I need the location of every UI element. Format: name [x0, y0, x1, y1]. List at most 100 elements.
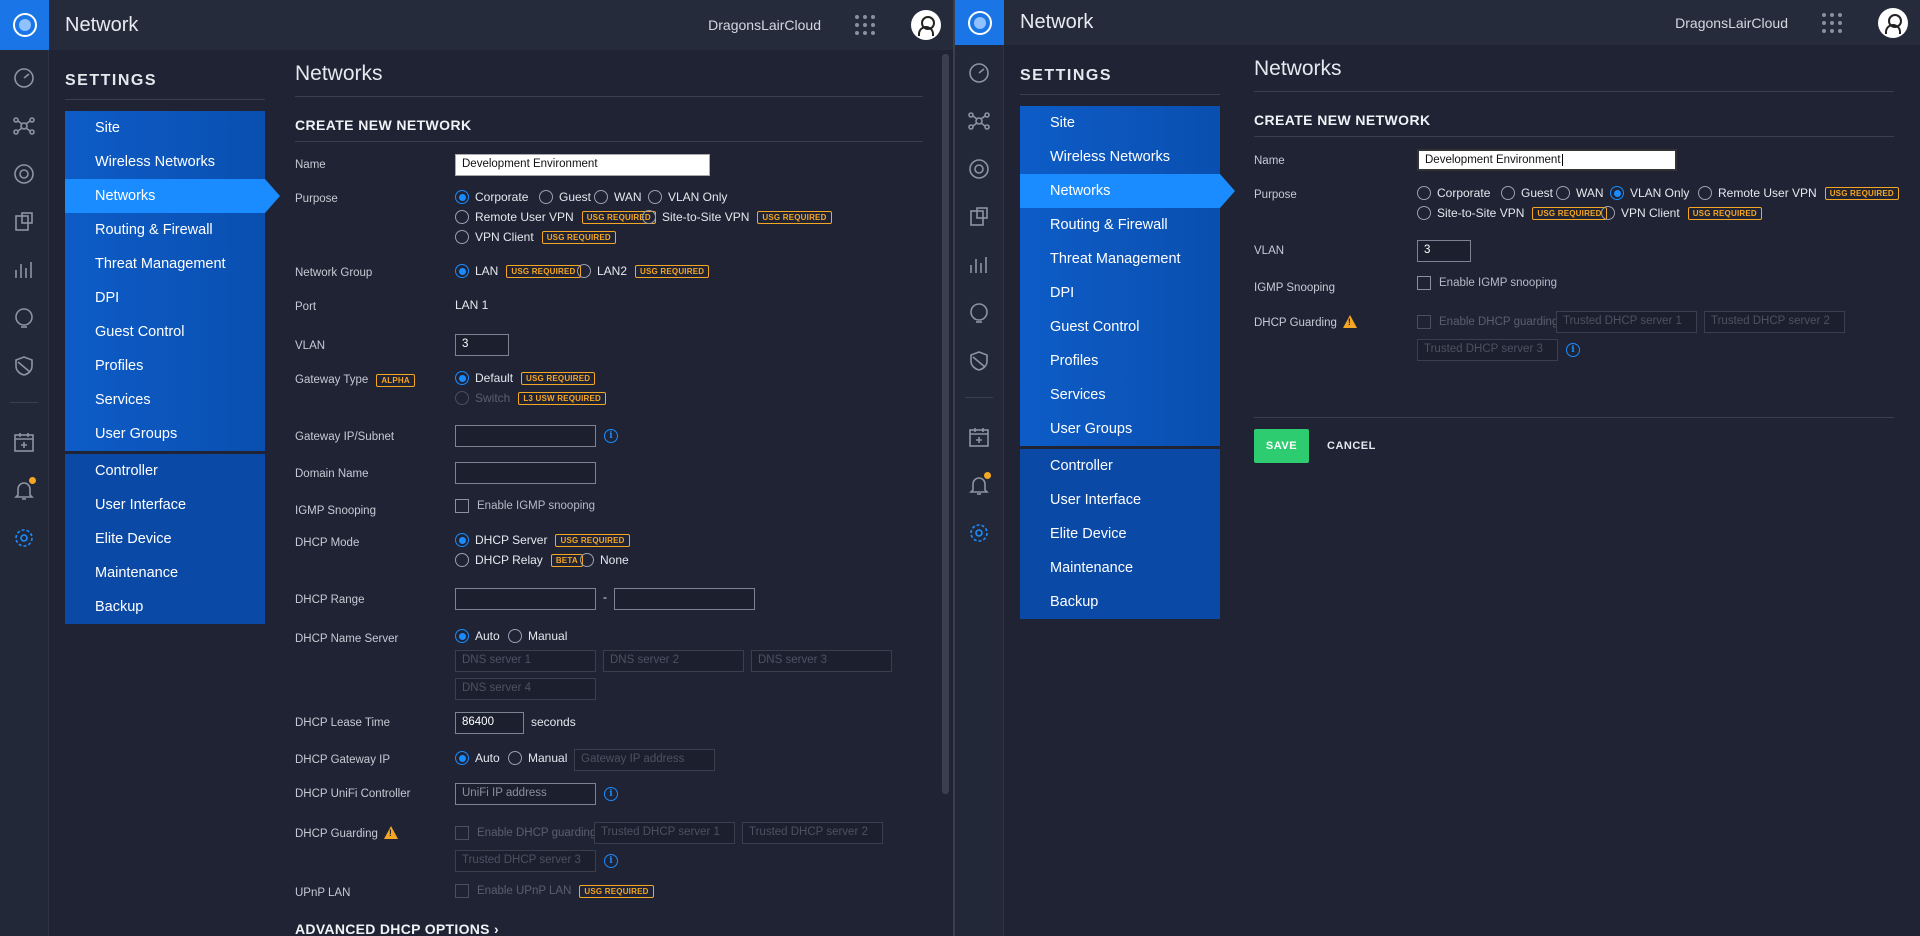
purpose-guest[interactable]: Guest	[539, 190, 591, 204]
events-calendar-icon[interactable]	[12, 430, 36, 454]
menu-item-elite-device[interactable]: Elite Device	[65, 522, 265, 556]
purpose-vpn-client[interactable]: VPN Client USG REQUIRED	[1601, 206, 1762, 220]
guarding-info-icon[interactable]: i	[1566, 343, 1580, 357]
user-avatar-icon[interactable]	[1878, 7, 1908, 38]
upnp-checkbox[interactable]: Enable UPnP LAN USG REQUIRED	[455, 884, 654, 898]
menu-item-wireless-networks[interactable]: Wireless Networks	[65, 145, 265, 179]
dns-auto-radio[interactable]: Auto	[455, 629, 500, 643]
gateway-ip-address-input[interactable]: Gateway IP address	[574, 749, 715, 771]
apps-grid-icon[interactable]	[855, 15, 875, 35]
gateway-ip-auto-radio[interactable]: Auto	[455, 751, 500, 765]
statistics-icon[interactable]	[12, 258, 36, 282]
purpose-guest[interactable]: Guest	[1501, 186, 1553, 200]
network-group-lan2[interactable]: LAN2 USG REQUIRED	[577, 264, 710, 278]
menu-item-services[interactable]: Services	[1020, 378, 1220, 412]
trusted-dhcp-2-input[interactable]: Trusted DHCP server 2	[742, 822, 883, 844]
menu-item-dpi[interactable]: DPI	[1020, 276, 1220, 310]
purpose-site-to-site-vpn[interactable]: Site-to-Site VPN USG REQUIRED	[1417, 206, 1607, 220]
gateway-type-switch[interactable]: Switch L3 USW REQUIRED	[455, 391, 607, 405]
advanced-dhcp-options-link[interactable]: ADVANCED DHCP OPTIONS ›	[295, 921, 499, 936]
purpose-remote-user-vpn[interactable]: Remote User VPN USG REQUIRED	[455, 210, 656, 224]
menu-item-guest-control[interactable]: Guest Control	[65, 315, 265, 349]
dns-server-4-input[interactable]: DNS server 4	[455, 678, 596, 700]
trusted-dhcp-1-input[interactable]: Trusted DHCP server 1	[1556, 311, 1697, 333]
gateway-type-default[interactable]: Default USG REQUIRED	[455, 371, 596, 385]
menu-item-user-interface[interactable]: User Interface	[1020, 483, 1220, 517]
gateway-info-icon[interactable]: i	[604, 429, 618, 443]
domain-name-input[interactable]	[455, 462, 596, 484]
gateway-ip-input[interactable]	[455, 425, 596, 447]
purpose-remote-user-vpn[interactable]: Remote User VPN USG REQUIRED	[1698, 186, 1899, 200]
insights-icon[interactable]	[12, 306, 36, 330]
purpose-corporate[interactable]: Corporate	[455, 190, 528, 204]
menu-item-threat-management[interactable]: Threat Management	[1020, 242, 1220, 276]
purpose-site-to-site-vpn[interactable]: Site-to-Site VPN USG REQUIRED	[642, 210, 832, 224]
menu-item-wireless-networks[interactable]: Wireless Networks	[1020, 140, 1220, 174]
menu-item-threat-management[interactable]: Threat Management	[65, 247, 265, 281]
events-calendar-icon[interactable]	[967, 425, 991, 449]
menu-item-user-groups[interactable]: User Groups	[1020, 412, 1220, 446]
dhcp-range-end-input[interactable]	[614, 588, 755, 610]
network-group-lan[interactable]: LAN USG REQUIRED	[455, 264, 581, 278]
menu-item-user-interface[interactable]: User Interface	[65, 488, 265, 522]
save-button[interactable]: SAVE	[1254, 429, 1309, 463]
trusted-dhcp-3-input[interactable]: Trusted DHCP server 3	[455, 850, 596, 872]
settings-gear-icon[interactable]	[967, 521, 991, 545]
purpose-wan[interactable]: WAN	[1556, 186, 1604, 200]
trusted-dhcp-3-input[interactable]: Trusted DHCP server 3	[1417, 339, 1558, 361]
threat-shield-icon[interactable]	[967, 349, 991, 373]
dashboard-icon[interactable]	[12, 66, 36, 90]
menu-item-site[interactable]: Site	[1020, 106, 1220, 140]
dhcp-mode-server[interactable]: DHCP Server USG REQUIRED	[455, 533, 630, 547]
name-input[interactable]: Development Environment	[1417, 149, 1677, 171]
dhcp-guarding-checkbox[interactable]: Enable DHCP guarding	[455, 826, 596, 840]
menu-item-backup[interactable]: Backup	[1020, 585, 1220, 619]
gateway-ip-manual-radio[interactable]: Manual	[508, 751, 567, 765]
menu-item-controller[interactable]: Controller	[65, 454, 265, 488]
topology-icon[interactable]	[12, 114, 36, 138]
menu-item-networks[interactable]: Networks	[65, 179, 280, 213]
dns-manual-radio[interactable]: Manual	[508, 629, 567, 643]
menu-item-networks[interactable]: Networks	[1020, 174, 1235, 208]
purpose-wan[interactable]: WAN	[594, 190, 642, 204]
devices-icon[interactable]	[967, 157, 991, 181]
igmp-checkbox[interactable]: Enable IGMP snooping	[455, 499, 595, 513]
purpose-vpn-client[interactable]: VPN Client USG REQUIRED	[455, 230, 616, 244]
site-selector[interactable]: DragonsLairCloud	[708, 17, 821, 33]
unifi-ip-input[interactable]: UniFi IP address	[455, 783, 596, 805]
settings-gear-icon[interactable]	[12, 526, 36, 550]
menu-item-guest-control[interactable]: Guest Control	[1020, 310, 1220, 344]
menu-item-maintenance[interactable]: Maintenance	[1020, 551, 1220, 585]
dhcp-range-start-input[interactable]	[455, 588, 596, 610]
menu-item-services[interactable]: Services	[65, 383, 265, 417]
dhcp-mode-none[interactable]: None	[580, 553, 629, 567]
dns-server-2-input[interactable]: DNS server 2	[603, 650, 744, 672]
alerts-bell-icon[interactable]	[967, 472, 991, 497]
unifi-logo-icon[interactable]	[0, 0, 49, 50]
name-input[interactable]: Development Environment	[455, 154, 710, 176]
dhcp-guarding-checkbox[interactable]: Enable DHCP guarding	[1417, 315, 1558, 329]
unifi-info-icon[interactable]: i	[604, 787, 618, 801]
site-selector-right[interactable]: DragonsLairCloud	[1675, 15, 1788, 31]
menu-item-elite-device[interactable]: Elite Device	[1020, 517, 1220, 551]
menu-item-user-groups[interactable]: User Groups	[65, 417, 265, 451]
menu-item-maintenance[interactable]: Maintenance	[65, 556, 265, 590]
dns-server-1-input[interactable]: DNS server 1	[455, 650, 596, 672]
statistics-icon[interactable]	[967, 253, 991, 277]
vlan-input[interactable]: 3	[455, 334, 509, 356]
user-avatar-icon[interactable]	[911, 10, 941, 40]
guarding-info-icon[interactable]: i	[604, 854, 618, 868]
trusted-dhcp-1-input[interactable]: Trusted DHCP server 1	[594, 822, 735, 844]
scrollbar[interactable]	[942, 54, 949, 794]
purpose-vlan-only[interactable]: VLAN Only	[648, 190, 727, 204]
insights-icon[interactable]	[967, 301, 991, 325]
menu-item-routing-firewall[interactable]: Routing & Firewall	[65, 213, 265, 247]
menu-item-controller[interactable]: Controller	[1020, 449, 1220, 483]
menu-item-profiles[interactable]: Profiles	[65, 349, 265, 383]
purpose-corporate[interactable]: Corporate	[1417, 186, 1490, 200]
apps-grid-icon[interactable]	[1822, 12, 1842, 33]
menu-item-routing-firewall[interactable]: Routing & Firewall	[1020, 208, 1220, 242]
dns-server-3-input[interactable]: DNS server 3	[751, 650, 892, 672]
menu-item-profiles[interactable]: Profiles	[1020, 344, 1220, 378]
vlan-input[interactable]: 3	[1417, 240, 1471, 262]
